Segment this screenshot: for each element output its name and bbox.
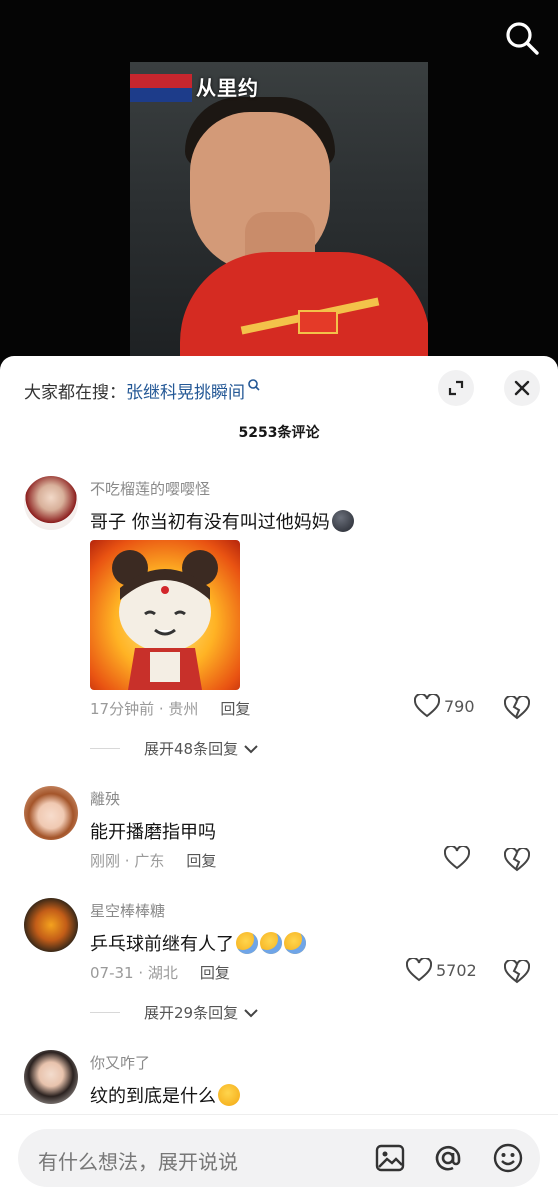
comments-sheet: 大家都在搜：张继科晃挑瞬间 5253条评论 不吃榴莲的嘤嘤怪 哥子 你当初有没有… [0,356,558,1200]
comment-text: 乒乓球前继有人了 [90,930,306,956]
comment-item: 離殃 能开播磨指甲吗 刚刚 · 广东 回复 [0,784,558,884]
heart-icon [444,846,470,870]
image-button[interactable] [374,1142,406,1174]
comment-location: 贵州 [168,700,199,718]
dislike-button[interactable] [503,958,531,986]
comment-text-content: 哥子 你当初有没有叫过他妈妈 [90,512,330,533]
comment-time: 07-31 [90,964,134,982]
comment-count: 5253条评论 [238,425,320,441]
like-count: 790 [444,696,475,716]
comment-username[interactable]: 離殃 [90,788,120,809]
dislike-button[interactable] [503,846,531,874]
comment-username[interactable]: 星空棒棒糖 [90,900,165,921]
comment-time: 17分钟前 [90,700,155,718]
video-player[interactable]: 从里约 [0,0,558,380]
flag-patch [298,310,338,334]
like-button[interactable]: 790 [414,694,475,718]
reply-button[interactable]: 回复 [200,964,230,982]
hug-emoji-icon [260,932,282,954]
expand-replies-button[interactable]: 展开29条回复 [90,1002,260,1023]
comment-meta: 07-31 · 湖北 回复 [90,964,230,982]
expand-replies-label: 展开48条回复 [144,740,239,758]
comment-location: 湖北 [147,964,178,982]
comment-input-bar: 有什么想法，展开说说 [0,1114,558,1200]
dislike-button[interactable] [503,694,531,722]
avatar[interactable] [24,476,78,530]
broken-heart-icon [503,694,531,720]
reply-button[interactable]: 回复 [220,700,250,718]
app-screen: { "video": { "overlay_text": "从里约" }, "c… [0,0,558,1200]
broken-heart-icon [503,958,531,984]
search-icon [506,22,539,55]
at-icon [435,1145,461,1171]
emoji-icon [493,1143,523,1173]
pleading-emoji-icon [218,1084,240,1106]
mention-button[interactable] [432,1142,464,1174]
comment-text: 能开播磨指甲吗 [90,822,216,843]
expand-button[interactable] [438,370,474,406]
comment-input-placeholder: 有什么想法，展开说说 [38,1150,238,1174]
close-icon [514,380,530,396]
search-small-icon [248,379,260,391]
comment-text: 哥子 你当初有没有叫过他妈妈 [90,508,354,534]
hot-search-bar: 大家都在搜：张继科晃挑瞬间 [24,378,261,403]
image-icon [375,1144,405,1172]
avatar[interactable] [24,786,78,840]
comment-username[interactable]: 你又咋了 [90,1052,150,1073]
hug-emoji-icon [284,932,306,954]
close-button[interactable] [504,370,540,406]
avatar[interactable] [24,898,78,952]
comment-location: 广东 [134,852,165,870]
expand-icon [448,380,464,396]
heart-icon [406,958,432,982]
comment-text-content: 乒乓球前继有人了 [90,934,234,955]
hug-emoji-icon [236,932,258,954]
search-button[interactable] [502,18,542,58]
hot-search-link[interactable]: 张继科晃挑瞬间 [126,383,245,403]
expand-replies-label: 展开29条回复 [144,1004,239,1022]
comments-header: 大家都在搜：张继科晃挑瞬间 5253条评论 [0,356,558,446]
chevron-down-icon [244,1008,258,1017]
comment-meta: 17分钟前 · 贵州 回复 [90,700,251,718]
comment-username[interactable]: 不吃榴莲的嘤嘤怪 [90,478,210,499]
comment-input[interactable]: 有什么想法，展开说说 [18,1129,540,1187]
like-button[interactable] [444,846,470,870]
heart-icon [414,694,440,718]
scoreboard-graphic [130,74,192,102]
chevron-down-icon [244,744,258,753]
comment-item: 不吃榴莲的嘤嘤怪 哥子 你当初有没有叫过他妈妈 17分钟前 · 贵州 回复 79… [0,474,558,774]
comment-sticker-image[interactable] [90,540,240,690]
cartoon-sticker-icon [112,550,218,690]
video-frame [130,62,428,380]
reply-button[interactable]: 回复 [186,852,216,870]
broken-heart-icon [503,846,531,872]
comment-time: 刚刚 [90,852,121,870]
comment-text-content: 纹的到底是什么 [90,1086,216,1107]
comment-meta: 刚刚 · 广东 回复 [90,852,217,870]
emoji-button[interactable] [492,1142,524,1174]
expand-replies-button[interactable]: 展开48条回复 [90,738,260,759]
like-button[interactable]: 5702 [406,958,477,982]
emoji-face-icon [331,510,354,532]
hot-search-label: 大家都在搜： [24,383,126,403]
video-overlay-text: 从里约 [196,76,259,100]
like-count: 5702 [436,960,477,980]
comment-text: 纹的到底是什么 [90,1082,240,1108]
avatar[interactable] [24,1050,78,1104]
